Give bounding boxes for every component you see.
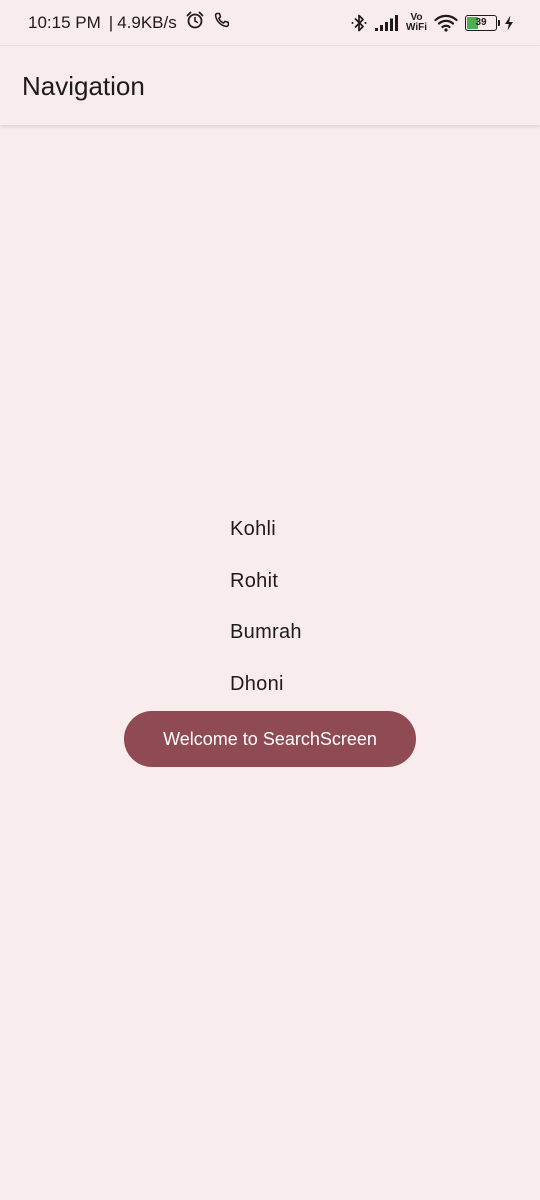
phone-call-icon	[213, 11, 231, 34]
player-name-list: Kohli Rohit Bumrah Dhoni	[230, 505, 310, 711]
list-item-rohit: Rohit	[230, 569, 279, 592]
cellular-signal-icon	[374, 14, 399, 31]
welcome-search-screen-button[interactable]: Welcome to SearchScreen	[124, 711, 416, 767]
list-item-dhoni: Dhoni	[230, 672, 284, 695]
app-bar-title: Navigation	[22, 70, 145, 101]
status-left: 10:15 PM | 4.9KB/s	[28, 10, 231, 35]
alarm-icon	[185, 10, 205, 35]
volte-bottom-text: WiFi	[405, 21, 427, 33]
status-right: Vo WiFi 39	[350, 11, 514, 33]
battery-nub	[498, 19, 500, 26]
bluetooth-icon	[350, 13, 368, 33]
battery-level-text: 39	[475, 16, 487, 28]
main-content: Kohli Rohit Bumrah Dhoni Welcome to Sear…	[0, 505, 540, 767]
wifi-icon	[434, 14, 458, 32]
list-item-kohli: Kohli	[230, 518, 276, 540]
battery-icon: 39	[465, 14, 500, 31]
volte-top-text: Vo	[410, 11, 423, 23]
list-item-bumrah: Bumrah	[230, 621, 302, 643]
network-speed-text: 4.9KB/s	[117, 12, 177, 32]
top-app-bar: Navigation	[0, 47, 540, 125]
status-separator: |	[108, 12, 114, 32]
volte-wifi-indicator: Vo WiFi	[405, 11, 427, 33]
charging-bolt-icon	[504, 15, 514, 31]
status-bar: 10:15 PM | 4.9KB/s Vo WiFi 39	[0, 0, 540, 46]
welcome-button-label: Welcome to SearchScreen	[163, 728, 377, 749]
clock-text: 10:15 PM	[28, 12, 101, 32]
